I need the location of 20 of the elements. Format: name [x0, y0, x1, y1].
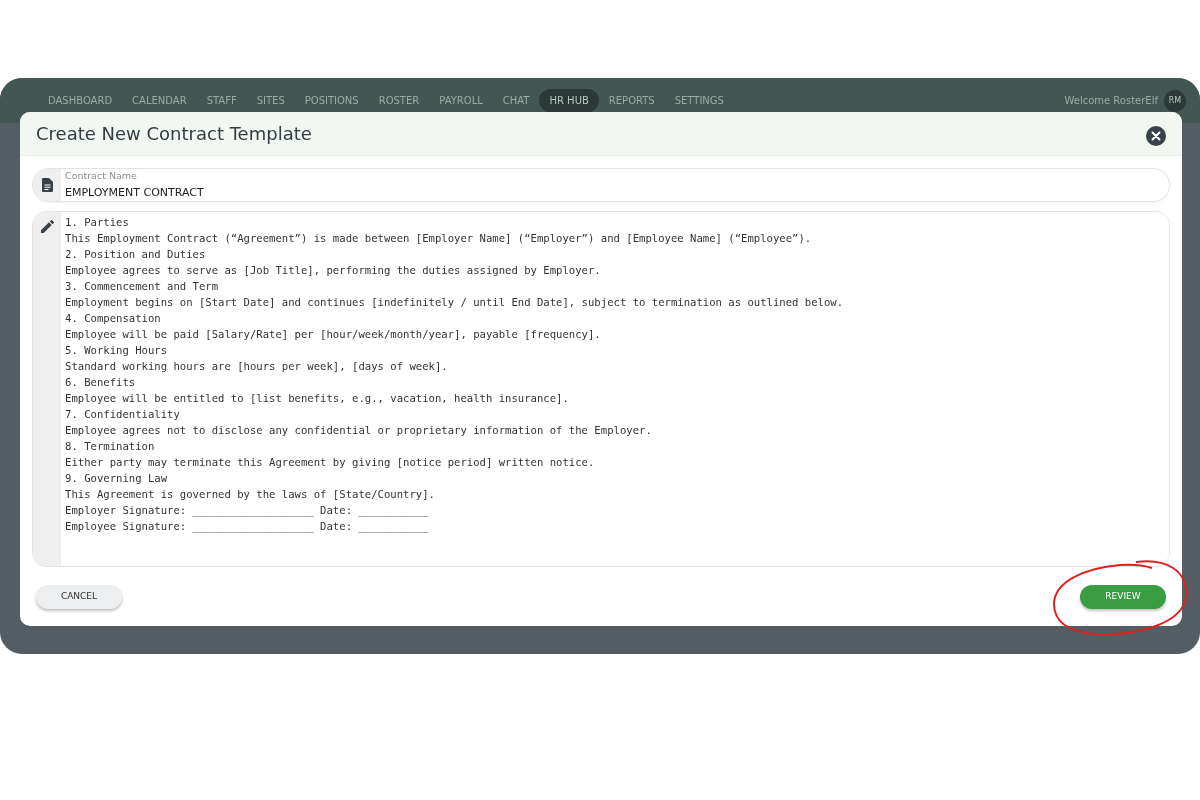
nav-tab[interactable]: PAYROLL: [429, 89, 493, 112]
cancel-button[interactable]: CANCEL: [36, 585, 122, 609]
nav-tab[interactable]: POSITIONS: [294, 89, 369, 112]
review-button[interactable]: REVIEW: [1080, 585, 1166, 609]
user-avatar[interactable]: RM: [1164, 89, 1186, 112]
welcome-text: Welcome RosterElf: [1064, 94, 1158, 108]
nav-tab[interactable]: ROSTER: [368, 89, 430, 112]
nav-tab[interactable]: HR HUB: [539, 89, 599, 112]
close-button[interactable]: [1146, 123, 1166, 144]
pencil-icon: [40, 220, 54, 233]
nav-tab[interactable]: SITES: [246, 89, 295, 112]
nav-tab[interactable]: CALENDAR: [122, 89, 197, 112]
dialog-title: Create New Contract Template: [36, 122, 312, 145]
nav-tab[interactable]: DASHBOARD: [38, 89, 123, 112]
nav-tab[interactable]: CHAT: [492, 89, 540, 112]
nav-tab[interactable]: REPORTS: [598, 89, 665, 112]
nav-tab[interactable]: SETTINGS: [664, 89, 734, 112]
contract-name-label: Contract Name: [65, 171, 138, 182]
nav-tab[interactable]: STAFF: [196, 89, 247, 112]
document-icon: [41, 178, 53, 192]
